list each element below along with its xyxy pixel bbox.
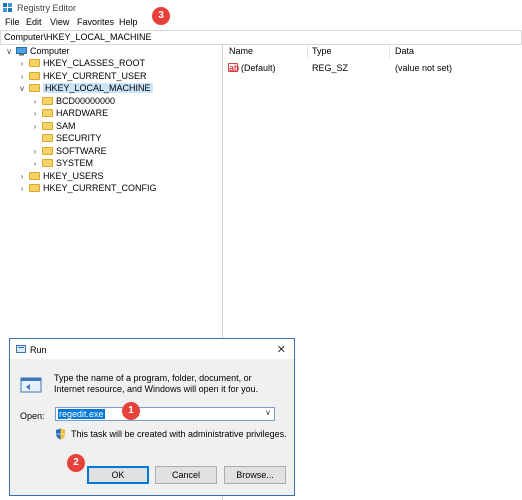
menu-help[interactable]: Help [119,17,138,27]
folder-icon [42,147,53,155]
tree-item-hardware[interactable]: › HARDWARE [31,107,109,119]
browse-button[interactable]: Browse... [224,466,286,484]
collapse-icon[interactable]: ∨ [5,47,13,56]
tree-label: SYSTEM [56,158,94,168]
tree-item-system[interactable]: › SYSTEM [31,157,93,169]
open-combobox[interactable]: regedit.exe ∨ [55,407,275,421]
run-icon [16,345,26,353]
collapse-icon[interactable]: ∨ [18,84,26,93]
folder-icon [42,159,53,167]
tree-label: SOFTWARE [56,146,107,156]
string-value-icon: ab [228,63,240,73]
callout-3: 3 [152,7,170,25]
value-name: (Default) [241,63,276,73]
menu-bar: File Edit View Favorites Help [0,16,522,30]
expand-icon[interactable]: › [18,184,26,193]
expand-icon[interactable]: › [31,122,39,131]
tree-item-computer[interactable]: ∨ Computer [5,45,70,57]
tree-item-hklm[interactable]: ∨ HKEY_LOCAL_MACHINE [18,82,153,94]
column-header-type[interactable]: Type [312,46,332,56]
folder-icon [42,122,53,130]
menu-file[interactable]: File [5,17,20,27]
cancel-button[interactable]: Cancel [155,466,217,484]
expand-icon[interactable]: › [18,72,26,81]
shield-icon [56,428,65,440]
expand-icon[interactable]: › [31,97,39,106]
column-divider[interactable] [389,46,390,58]
tree-label: BCD00000000 [56,96,116,106]
tree-label: HKEY_LOCAL_MACHINE [43,83,153,93]
run-title: Run [30,345,47,355]
tree-label: HKEY_CLASSES_ROOT [43,58,146,68]
column-divider[interactable] [307,46,308,58]
menu-view[interactable]: View [50,17,69,27]
tree-item-hku[interactable]: › HKEY_USERS [18,170,104,182]
value-type: REG_SZ [312,63,349,73]
folder-icon [29,84,40,92]
tree-label: Computer [30,46,70,56]
run-title-bar[interactable]: Run ✕ [10,339,294,359]
folder-icon [29,184,40,192]
address-bar[interactable]: Computer\HKEY_LOCAL_MACHINE [0,30,522,45]
value-row[interactable]: ab (Default) REG_SZ (value not set) [223,63,522,75]
tree-label: SECURITY [56,133,102,143]
chevron-down-icon[interactable]: ∨ [265,408,271,417]
expand-icon[interactable]: › [31,159,39,168]
expand-icon[interactable]: › [31,147,39,156]
run-dialog: Run ✕ Type the name of a program, folder… [9,338,295,496]
tree-item-sam[interactable]: › SAM [31,120,76,132]
title-bar: Registry Editor [0,0,522,16]
registry-editor-icon [3,3,12,12]
tree-item-security[interactable]: SECURITY [31,132,102,144]
computer-icon [16,46,27,55]
run-description: Type the name of a program, folder, docu… [54,373,259,394]
admin-note: This task will be created with administr… [71,429,287,439]
window-title: Registry Editor [17,3,77,13]
tree-label: HKEY_CURRENT_USER [43,71,147,81]
menu-favorites[interactable]: Favorites [77,17,114,27]
folder-icon [42,109,53,117]
column-header-data[interactable]: Data [395,46,414,56]
tree-item-bcd[interactable]: › BCD00000000 [31,95,115,107]
tree-item-hkcr[interactable]: › HKEY_CLASSES_ROOT [18,57,145,69]
folder-icon [29,72,40,80]
run-program-icon [20,377,42,393]
ok-button[interactable]: OK [87,466,149,484]
value-data: (value not set) [395,63,453,73]
folder-icon [42,97,53,105]
expand-icon[interactable]: › [31,109,39,118]
tree-label: HARDWARE [56,108,109,118]
callout-1: 1 [122,402,140,420]
open-label: Open: [20,411,45,421]
tree-label: HKEY_USERS [43,171,104,181]
tree-label: SAM [56,121,76,131]
open-input-value[interactable]: regedit.exe [58,409,105,419]
tree-item-software[interactable]: › SOFTWARE [31,145,107,157]
folder-icon [29,172,40,180]
tree-item-hkcu[interactable]: › HKEY_CURRENT_USER [18,70,147,82]
expand-icon[interactable]: › [18,59,26,68]
tree-item-hkcc[interactable]: › HKEY_CURRENT_CONFIG [18,182,157,194]
callout-2: 2 [67,454,85,472]
folder-icon [29,59,40,67]
expand-icon[interactable]: › [18,172,26,181]
address-path: Computer\HKEY_LOCAL_MACHINE [4,32,152,42]
folder-icon [42,134,53,142]
tree-label: HKEY_CURRENT_CONFIG [43,183,157,193]
close-icon[interactable]: ✕ [277,343,286,356]
column-header-name[interactable]: Name [229,46,253,56]
menu-edit[interactable]: Edit [26,17,42,27]
